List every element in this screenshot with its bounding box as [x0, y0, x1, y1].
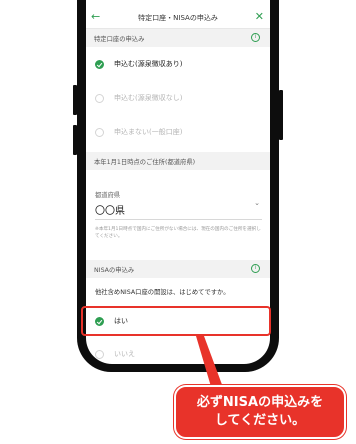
prefecture-label: 都道府県	[95, 192, 121, 199]
address-note: ※本年1月1日時点で国内にご住所がない場合には、現在の国内のご住所を選択してくだ…	[95, 227, 261, 239]
callout-line-1: 必ずNISAの申込みを	[196, 395, 324, 410]
phone-side-button	[279, 90, 283, 140]
page-title: 特定口座・NISAの申込み	[138, 14, 218, 22]
radio-unchecked-icon[interactable]	[95, 127, 104, 137]
close-icon[interactable]: ✕	[255, 11, 264, 22]
section-address: 本年1月1日時点のご住所(都道府県)	[86, 152, 270, 170]
highlight-box	[81, 306, 271, 336]
radio-unchecked-icon[interactable]	[95, 349, 104, 359]
radio-checked-icon[interactable]	[95, 59, 104, 69]
chevron-down-icon[interactable]: ⌄	[254, 199, 260, 207]
radio-option-no[interactable]: いいえ	[86, 345, 270, 363]
section-label: 特定口座の申込み	[94, 35, 145, 43]
radio-option-withholding[interactable]: 申込む(源泉徴収あり)	[86, 55, 270, 73]
section-label: NISAの申込み	[94, 266, 135, 274]
divider	[95, 219, 262, 220]
section-label: 本年1月1日時点のご住所(都道府県)	[94, 158, 196, 166]
radio-unchecked-icon[interactable]	[95, 93, 104, 103]
arrow-left-icon[interactable]: ←	[91, 11, 100, 22]
info-icon[interactable]: i	[251, 264, 260, 273]
radio-label: 申込まない(一般口座)	[114, 128, 183, 136]
info-icon[interactable]: i	[251, 33, 260, 42]
app-header: ← 特定口座・NISAの申込み ✕	[86, 8, 270, 29]
callout-bubble: 必ずNISAの申込みを してください。	[174, 385, 346, 439]
radio-label: いいえ	[114, 350, 135, 358]
radio-label: 申込む(源泉徴収なし)	[114, 94, 183, 102]
callout-line-2: してください。	[214, 413, 306, 428]
prefecture-select[interactable]: 〇〇県	[95, 202, 125, 217]
radio-option-general[interactable]: 申込まない(一般口座)	[86, 123, 270, 141]
nisa-question: 他社含めNISA口座の開設は、はじめてですか。	[95, 289, 230, 296]
radio-label: 申込む(源泉徴収あり)	[114, 60, 183, 68]
radio-option-no-withholding[interactable]: 申込む(源泉徴収なし)	[86, 89, 270, 107]
section-nisa: NISAの申込み i	[86, 260, 270, 278]
section-tokutei: 特定口座の申込み i	[86, 29, 270, 47]
